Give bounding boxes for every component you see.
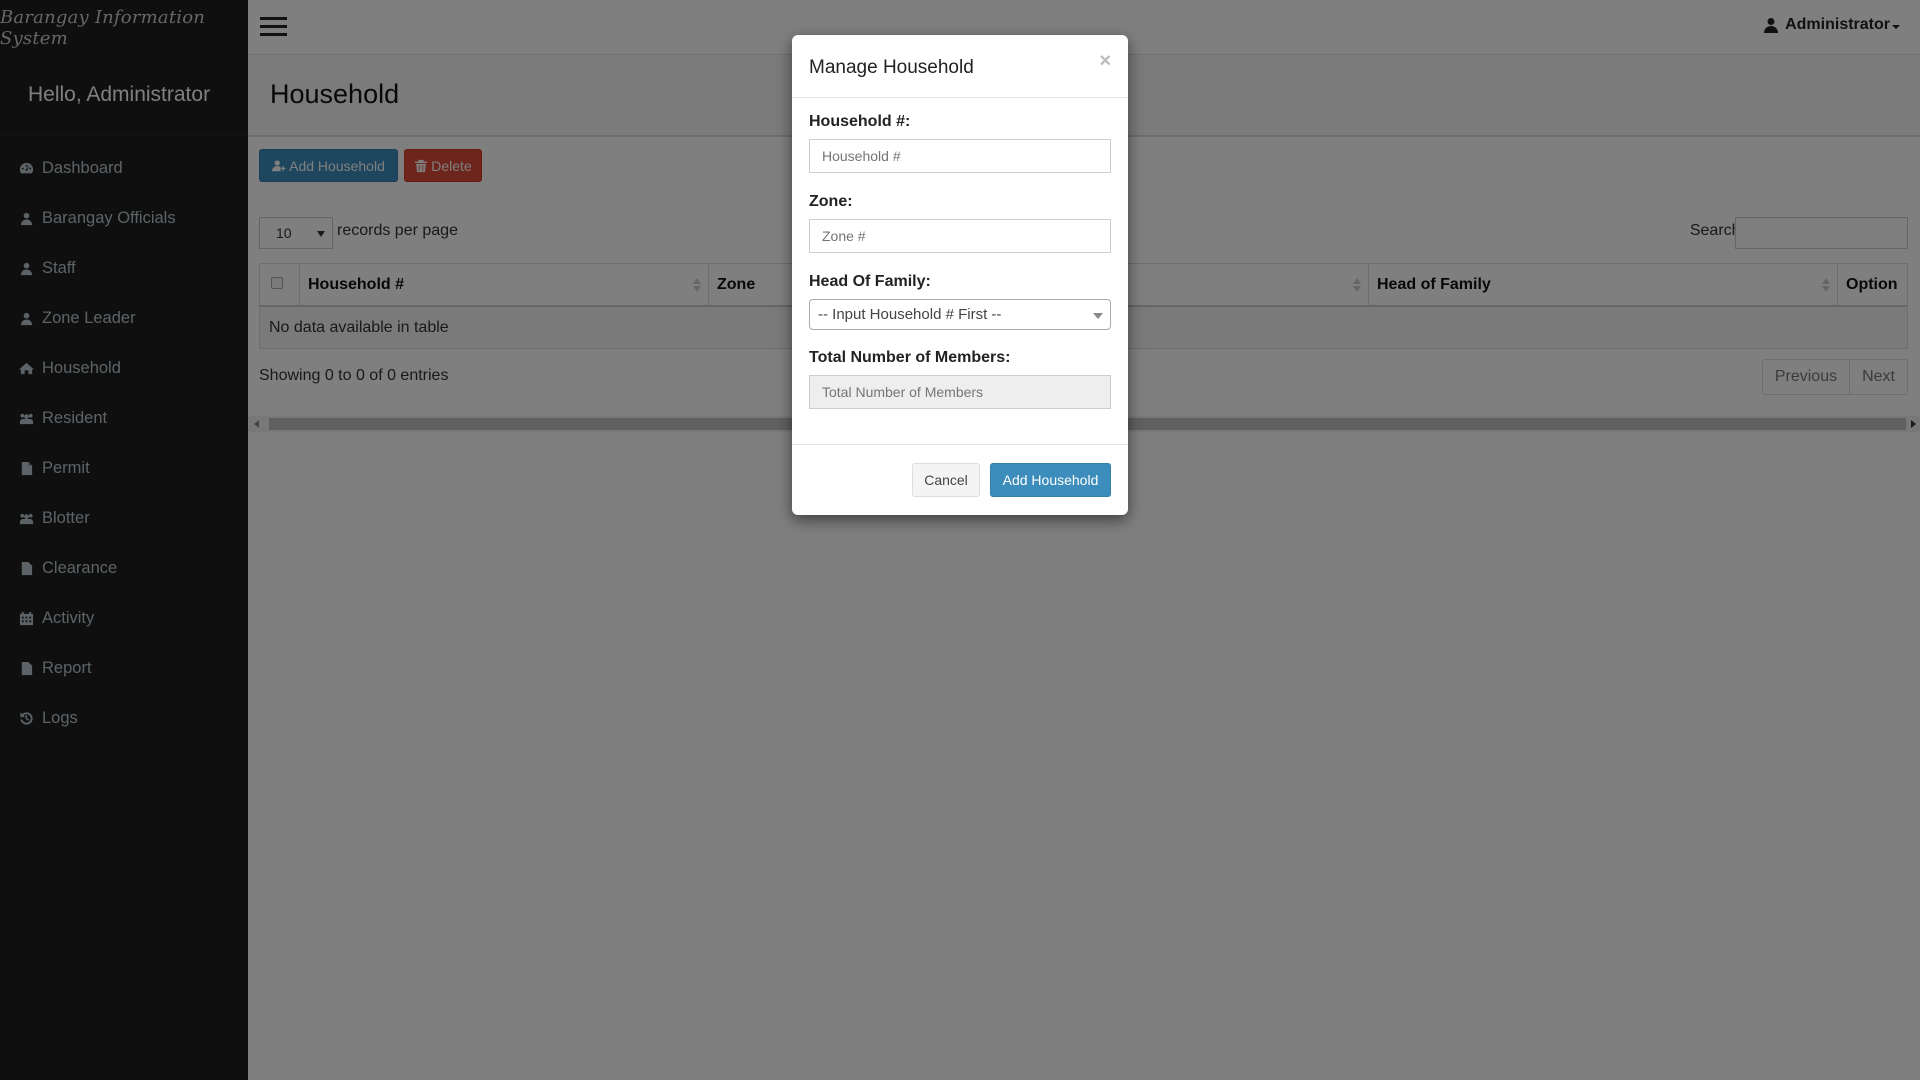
manage-household-modal: Manage Household × Household #: Zone: He… bbox=[792, 35, 1128, 515]
submit-add-household-button[interactable]: Add Household bbox=[990, 463, 1111, 497]
household-number-input[interactable] bbox=[809, 139, 1111, 173]
total-members-label: Total Number of Members: bbox=[809, 349, 1011, 366]
modal-header: Manage Household × bbox=[792, 35, 1128, 98]
head-of-family-label: Head Of Family: bbox=[809, 273, 931, 290]
zone-input[interactable] bbox=[809, 219, 1111, 253]
modal-title: Manage Household bbox=[809, 56, 974, 78]
total-members-input bbox=[809, 375, 1111, 409]
zone-label: Zone: bbox=[809, 193, 853, 210]
head-of-family-selected: -- Input Household # First -- bbox=[818, 306, 1002, 323]
modal-footer: Cancel Add Household bbox=[792, 445, 1128, 515]
head-of-family-select[interactable]: -- Input Household # First -- bbox=[809, 299, 1111, 330]
modal-body: Household #: Zone: Head Of Family: -- In… bbox=[792, 98, 1128, 445]
cancel-button[interactable]: Cancel bbox=[912, 463, 980, 497]
close-icon[interactable]: × bbox=[1099, 50, 1111, 73]
household-number-label: Household #: bbox=[809, 113, 911, 130]
chevron-down-icon bbox=[1093, 313, 1103, 319]
